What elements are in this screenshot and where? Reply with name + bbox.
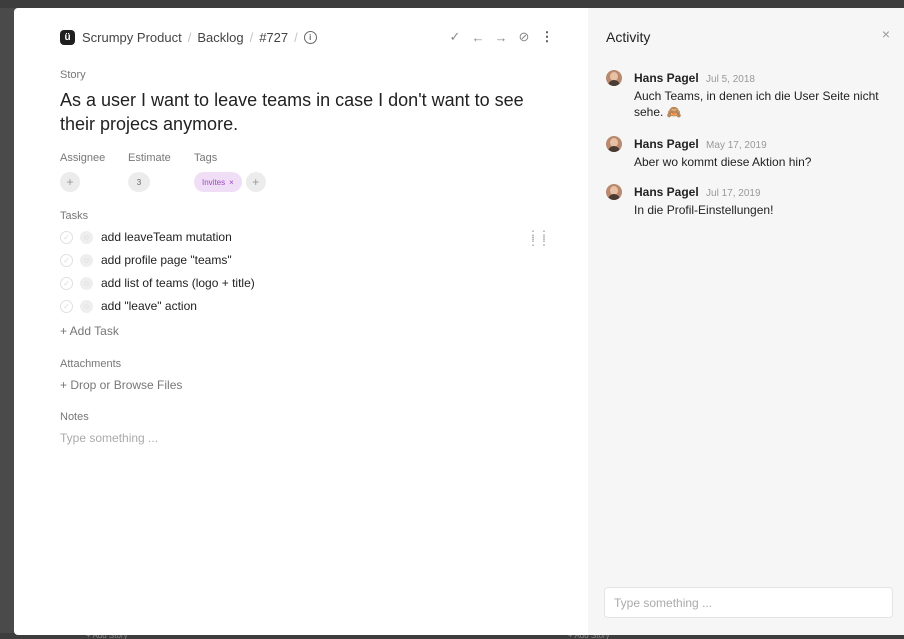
task-title[interactable]: add profile page "teams" (101, 253, 232, 267)
breadcrumb: ü Scrumpy Product / Backlog / #727 / i ✓… (60, 28, 554, 46)
breadcrumb-separator: / (249, 29, 254, 45)
comment-header: Hans Pagel Jul 17, 2019 (634, 185, 761, 199)
task-item[interactable]: ✓ ◌ add "leave" action (60, 299, 197, 313)
comment-header: Hans Pagel May 17, 2019 (634, 137, 767, 151)
task-checkbox-icon[interactable]: ✓ (60, 253, 73, 267)
story-meta: Assignee + Estimate 3 Tags Invites × + (60, 152, 266, 192)
add-assignee-button[interactable]: + (60, 172, 80, 192)
assignee-label: Assignee (60, 152, 106, 164)
info-icon[interactable]: i (303, 30, 317, 44)
task-assignee-icon[interactable]: ◌ (80, 276, 93, 290)
task-item[interactable]: ✓ ◌ add leaveTeam mutation (60, 230, 232, 244)
story-toolbar: ✓ ← → ⊘ ⋮ (448, 29, 554, 45)
attachments-label: Attachments (60, 358, 122, 370)
tag-chip[interactable]: Invites × (194, 172, 242, 192)
estimate-label: Estimate (128, 152, 171, 164)
comment-author[interactable]: Hans Pagel (634, 137, 699, 151)
check-icon[interactable]: ✓ (448, 29, 462, 45)
story-detail-panel: ü Scrumpy Product / Backlog / #727 / i ✓… (14, 8, 588, 635)
more-icon[interactable]: ⋮ (540, 29, 554, 45)
notes-input[interactable]: Type something ... (60, 431, 158, 445)
breadcrumb-separator: / (187, 29, 192, 45)
comment-date: Jul 17, 2019 (706, 188, 761, 199)
tags-field: Tags Invites × + (194, 152, 266, 192)
task-assignee-icon[interactable]: ◌ (80, 299, 93, 313)
breadcrumb-project[interactable]: Scrumpy Product (82, 30, 182, 45)
activity-title: Activity (606, 29, 651, 45)
task-checkbox-icon[interactable]: ✓ (60, 276, 73, 290)
task-title[interactable]: add leaveTeam mutation (101, 230, 232, 244)
story-type-label: Story (60, 69, 86, 81)
tasks-label: Tasks (60, 210, 89, 222)
arrow-right-icon[interactable]: → (494, 30, 508, 45)
comment-text: Auch Teams, in denen ich die User Seite … (634, 89, 879, 119)
task-checkbox-icon[interactable]: ✓ (60, 230, 73, 244)
add-tag-button[interactable]: + (245, 172, 266, 192)
backdrop-strip-top (0, 0, 904, 8)
breadcrumb-separator: / (294, 29, 298, 45)
tags-label: Tags (194, 152, 218, 164)
comment-input[interactable] (604, 587, 893, 618)
estimate-value[interactable]: 3 (128, 172, 150, 192)
eye-off-icon[interactable]: ⊘ (517, 29, 531, 45)
comment-header: Hans Pagel Jul 5, 2018 (634, 71, 755, 85)
comment-text: Aber wo kommt diese Aktion hin? (634, 155, 812, 169)
task-title[interactable]: add list of teams (logo + title) (101, 276, 255, 290)
comment-text: In die Profil-Einstellungen! (634, 203, 774, 217)
close-icon[interactable]: × (882, 26, 890, 42)
comment-author[interactable]: Hans Pagel (634, 185, 699, 199)
task-title[interactable]: add "leave" action (101, 299, 197, 313)
task-assignee-icon[interactable]: ◌ (80, 253, 93, 267)
comment-date: May 17, 2019 (706, 140, 767, 151)
breadcrumb-board[interactable]: Backlog (197, 30, 243, 45)
task-assignee-icon[interactable]: ◌ (80, 230, 93, 244)
story-title[interactable]: As a user I want to leave teams in case … (60, 88, 550, 136)
avatar (606, 136, 622, 152)
drag-handle-icon[interactable]: ⋮⋮ ⋮⋮ (527, 229, 550, 247)
avatar (606, 70, 622, 86)
task-checkbox-icon[interactable]: ✓ (60, 299, 73, 313)
comment-date: Jul 5, 2018 (706, 74, 755, 85)
task-item[interactable]: ✓ ◌ add profile page "teams" (60, 253, 232, 267)
story-modal: ü Scrumpy Product / Backlog / #727 / i ✓… (14, 8, 904, 635)
estimate-field: Estimate 3 (128, 152, 194, 192)
assignee-field: Assignee + (60, 152, 128, 192)
remove-tag-icon[interactable]: × (229, 178, 234, 187)
activity-panel: Activity × Hans Pagel Jul 5, 2018 Auch T… (588, 8, 904, 635)
avatar (606, 184, 622, 200)
drop-files-button[interactable]: + Drop or Browse Files (60, 378, 182, 392)
arrow-left-icon[interactable]: ← (471, 30, 485, 45)
tag-label: Invites (202, 177, 226, 187)
task-item[interactable]: ✓ ◌ add list of teams (logo + title) (60, 276, 255, 290)
add-task-button[interactable]: + Add Task (60, 324, 119, 338)
notes-label: Notes (60, 411, 89, 423)
tag-list: Invites × + (194, 172, 266, 192)
breadcrumb-issue-number[interactable]: #727 (259, 30, 288, 45)
scrumpy-logo-icon: ü (60, 29, 75, 45)
comment-author[interactable]: Hans Pagel (634, 71, 699, 85)
